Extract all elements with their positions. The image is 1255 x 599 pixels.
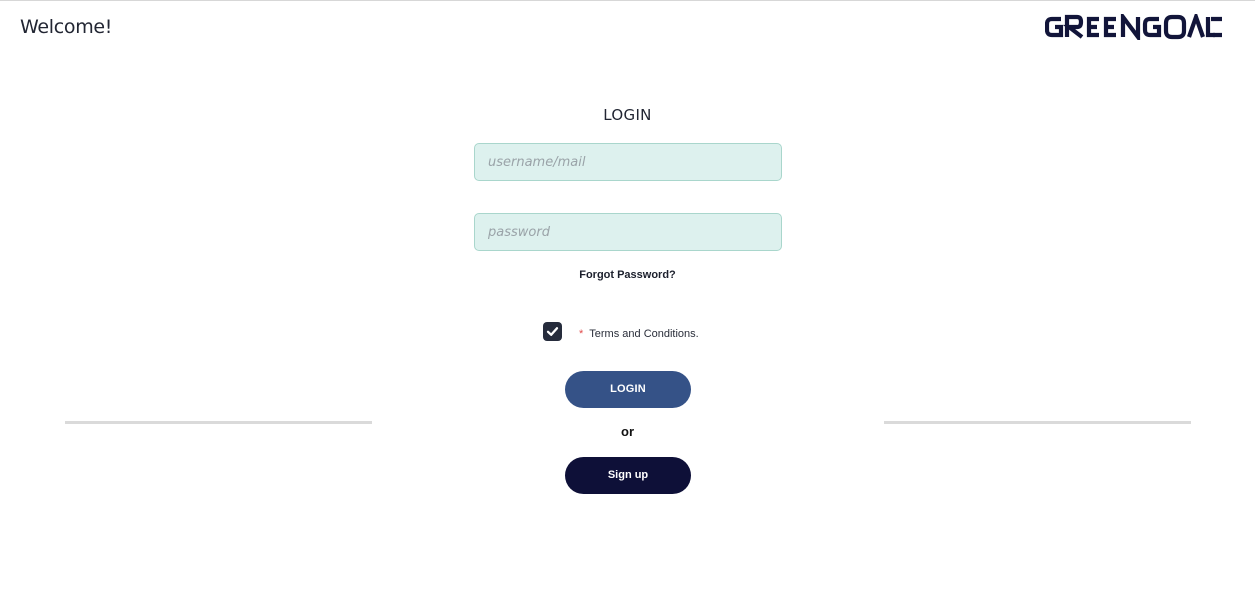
signup-button[interactable]: Sign up — [565, 457, 691, 494]
welcome-title: Welcome! — [20, 16, 113, 38]
required-marker: * — [579, 328, 584, 340]
terms-text: Terms and Conditions. — [589, 328, 699, 340]
terms-label[interactable]: * Terms and Conditions. — [579, 328, 699, 340]
terms-checkbox[interactable] — [543, 322, 562, 341]
login-heading: LOGIN — [603, 106, 652, 124]
forgot-password-link[interactable]: Forgot Password? — [0, 269, 1255, 281]
logo — [1045, 14, 1222, 40]
check-icon — [546, 327, 559, 336]
password-input[interactable] — [474, 213, 782, 251]
top-border — [0, 0, 1255, 1]
login-button[interactable]: LOGIN — [565, 371, 691, 408]
username-input[interactable] — [474, 143, 782, 181]
or-separator: or — [621, 424, 634, 439]
